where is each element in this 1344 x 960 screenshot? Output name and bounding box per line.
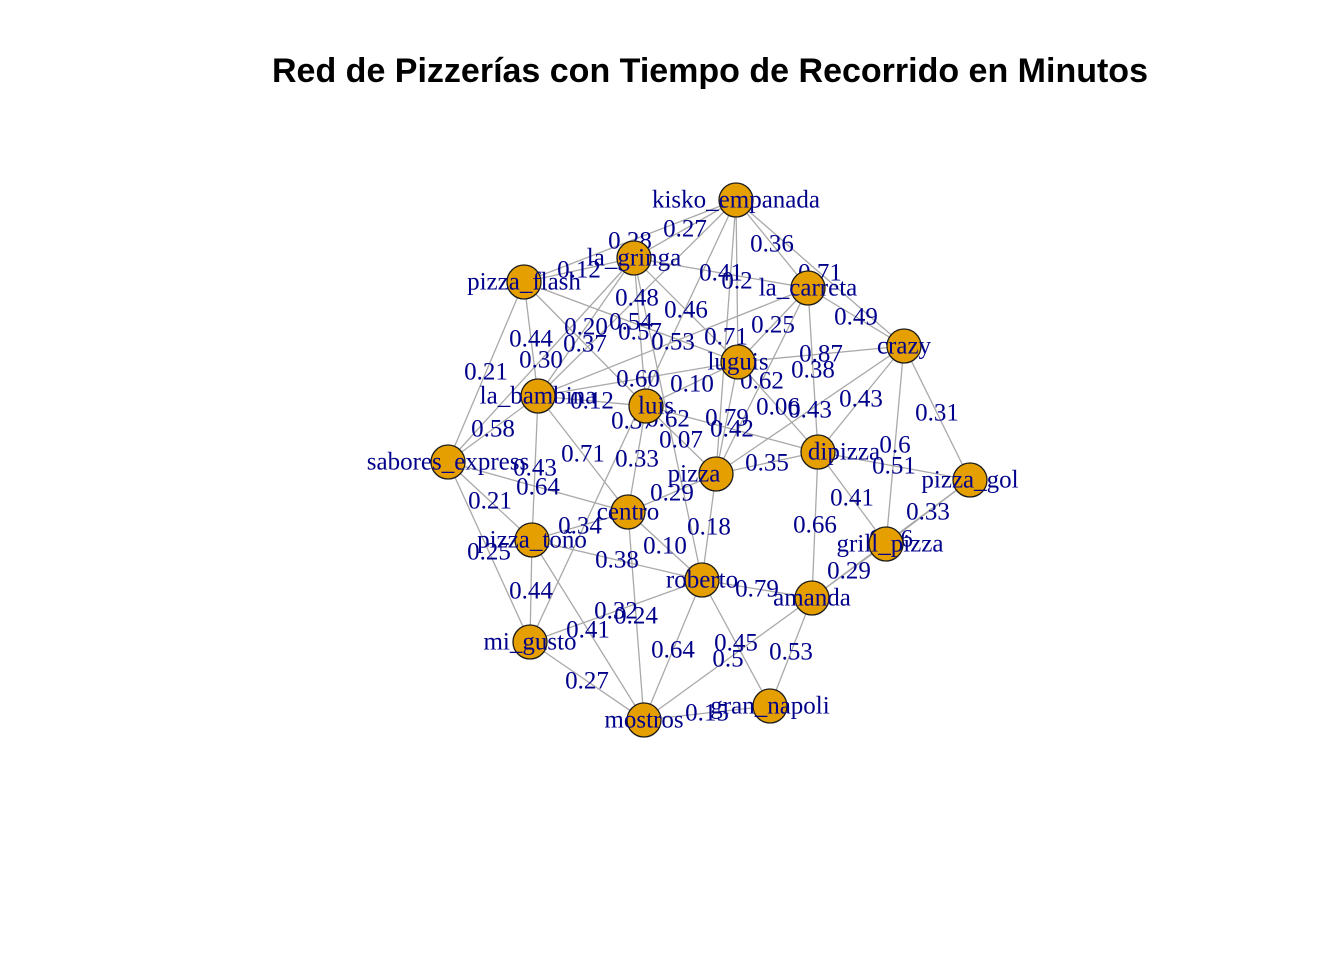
node-label-crazy: crazy (877, 333, 932, 360)
node-label-la_bambina: la_bambina (480, 383, 597, 410)
node-label-dipizza: dipizza (808, 439, 880, 466)
node-label-luis: luis (638, 393, 674, 420)
node-label-pizza_flash: pizza_flash (467, 269, 581, 296)
node-label-kisko_empanada: kisko_empanada (652, 187, 820, 214)
node-label-la_carreta: la_carreta (759, 275, 858, 302)
edge-weight-label: 0.18 (687, 514, 731, 541)
node-label-mostros: mostros (604, 707, 683, 734)
edge-weight-label: 0.53 (769, 639, 813, 666)
edge-weight-label: 0.41 (699, 260, 743, 287)
edge-weight-label: 0.38 (595, 547, 639, 574)
node-label-mi_gusto: mi_gusto (483, 629, 576, 656)
edge-weight-label: 0.64 (516, 474, 560, 501)
edge-weight-label: 0.43 (839, 386, 883, 413)
edge-weight-label: 0.60 (616, 366, 660, 393)
node-label-sabores_express: sabores_express (367, 449, 529, 476)
edge-weight-label: 0.07 (659, 427, 703, 454)
node-label-luguis: luguis (707, 349, 768, 376)
edge-weight-label: 0.58 (471, 416, 515, 443)
edge-weight-label: 0.44 (509, 326, 553, 353)
edge-weight-label: 0.27 (663, 216, 707, 243)
edge-weight-label: 0.54 (609, 309, 653, 336)
edge-weight-label: 0.21 (464, 359, 508, 386)
edge-weight-label: 0.49 (834, 304, 878, 331)
edge-weight-label: 0.87 (799, 341, 843, 368)
edge-weight-label: 0.53 (651, 329, 695, 356)
edge-weight-label: 0.35 (745, 450, 789, 477)
edge-weight-label: 0.33 (615, 446, 659, 473)
edge-weight-label: 0.5 (712, 646, 743, 673)
edge-weight-label: 0.41 (830, 485, 874, 512)
node-label-amanda: amanda (773, 585, 851, 612)
edge-weight-label: 0.31 (915, 400, 959, 427)
edge-weight-label: 0.44 (509, 578, 553, 605)
edge-weight-label: 0.10 (643, 533, 687, 560)
edge-weight-label: 0.48 (615, 285, 659, 312)
node-label-grill_pizza: grill_pizza (837, 531, 944, 558)
edge-weight-label: 0.46 (664, 297, 708, 324)
network-graph: 0.270.280.20.360.480.710.710.370.120.460… (367, 182, 1019, 738)
edge-weight-label: 0.37 (563, 331, 607, 358)
edge-weight-label: 0.64 (651, 637, 695, 664)
edge-weight-label: 0.29 (827, 558, 871, 585)
edge-weight-label: 0.71 (561, 441, 605, 468)
node-label-la_gringa: la_gringa (587, 245, 681, 272)
edge-weight-label: 0.33 (906, 499, 950, 526)
edge-weight-label: 0.21 (468, 488, 512, 515)
node-label-pizza_center: pizza (668, 461, 721, 488)
edge-weight-label: 0.42 (710, 416, 754, 443)
edge-weight-label: 0.36 (750, 231, 794, 258)
edge-weight-label: 0.27 (565, 668, 609, 695)
node-label-roberto: roberto (666, 567, 738, 594)
edge-weight-label: 0.66 (793, 512, 837, 539)
node-label-gran_napoli: gran_napoli (710, 693, 829, 720)
node-label-pizza_gol: pizza_gol (921, 467, 1018, 494)
edge-weight-label: 0.24 (614, 603, 658, 630)
node-label-centro: centro (597, 499, 659, 526)
edge-weight-label: 0.25 (751, 312, 795, 339)
edge-weight-label: 0.06 (756, 394, 800, 421)
node-label-pizza_toño: pizza_toño (477, 527, 587, 554)
